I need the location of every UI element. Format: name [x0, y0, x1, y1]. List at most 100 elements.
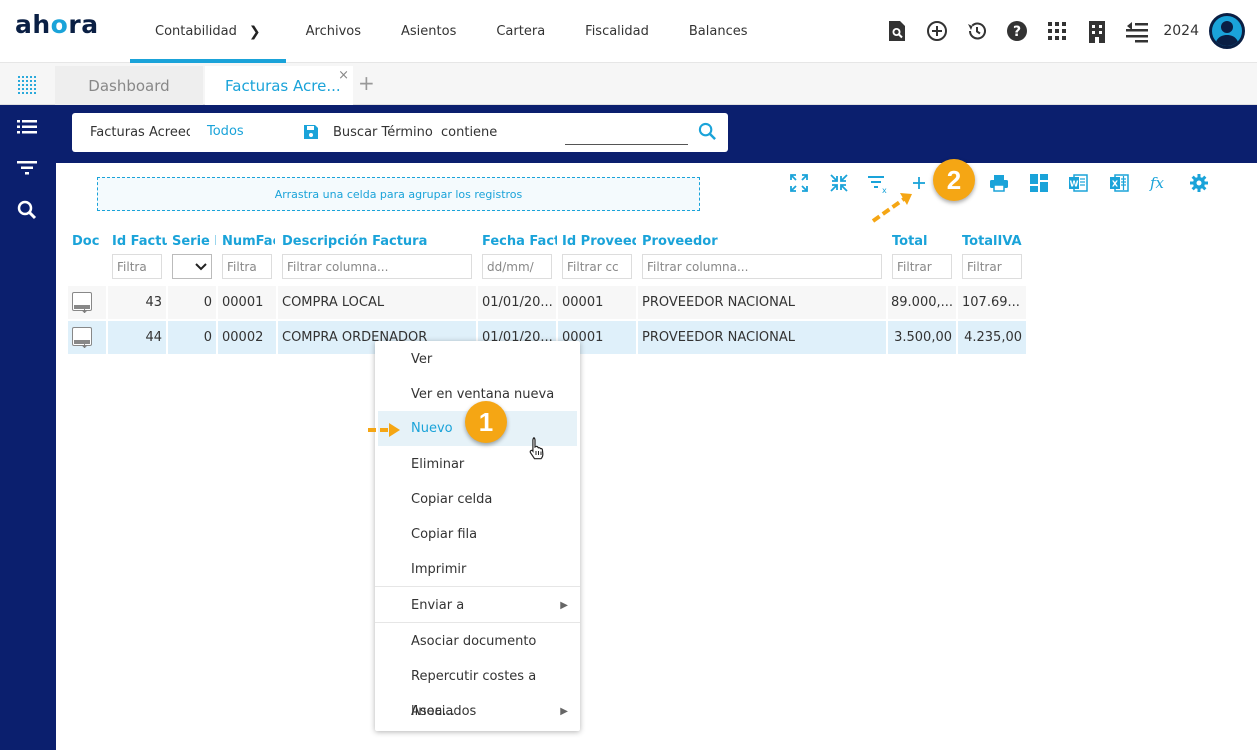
- nav-archivos[interactable]: Archivos: [286, 0, 381, 63]
- excel-export-icon[interactable]: X: [1108, 172, 1130, 194]
- nav-asientos[interactable]: Asientos: [381, 0, 476, 63]
- context-menu: Ver Ver en ventana nueva Nuevo Eliminar …: [375, 341, 580, 731]
- nav-contabilidad-label: Contabilidad: [155, 24, 237, 39]
- apps-grid-icon[interactable]: [1037, 8, 1077, 54]
- search-scope[interactable]: Facturas Acreedc: [90, 125, 190, 140]
- search-icon[interactable]: [17, 200, 37, 224]
- user-avatar-icon[interactable]: [1209, 13, 1245, 49]
- year-label[interactable]: 2024: [1163, 23, 1199, 39]
- menu-item-copiar-celda[interactable]: Copiar celda: [375, 482, 580, 517]
- download-doc-icon[interactable]: ↓: [72, 292, 92, 316]
- menu-item-eliminar[interactable]: Eliminar: [375, 447, 580, 482]
- cell-proveedor[interactable]: PROVEEDOR NACIONAL: [638, 286, 888, 319]
- main-nav: Contabilidad ❯ Archivos Asientos Cartera …: [130, 0, 768, 63]
- cell-id[interactable]: 43: [108, 286, 168, 319]
- cell-numfact[interactable]: 00002: [218, 321, 278, 354]
- table-row[interactable]: ↓ 43 0 00001 COMPRA LOCAL 01/01/20... 00…: [68, 286, 1026, 319]
- formula-icon[interactable]: fx: [1148, 172, 1170, 194]
- filter-proveedor[interactable]: Filtrar columna...: [642, 254, 882, 279]
- svg-text:fx: fx: [1149, 174, 1165, 192]
- filter-id-proveedor[interactable]: Filtrar cc: [562, 254, 632, 279]
- document-search-icon[interactable]: [877, 8, 917, 54]
- word-export-icon[interactable]: W: [1067, 172, 1089, 194]
- filter-total[interactable]: Filtrar: [892, 254, 952, 279]
- cell-total[interactable]: 89.000,...: [888, 286, 958, 319]
- step-badge-1: 1: [465, 401, 507, 443]
- step-badge-2: 2: [933, 159, 975, 201]
- nav-cartera[interactable]: Cartera: [476, 0, 565, 63]
- submenu-arrow-icon: ▶: [560, 706, 568, 717]
- cell-numfact[interactable]: 00001: [218, 286, 278, 319]
- menu-divider: [375, 586, 580, 587]
- search-icon[interactable]: [698, 122, 717, 145]
- svg-text:?: ?: [1013, 24, 1021, 40]
- doc-cell: ↓: [68, 286, 108, 319]
- dots-grid-icon[interactable]: [17, 75, 36, 94]
- search-term-label: Buscar Término: [333, 125, 433, 140]
- col-total[interactable]: Total: [892, 234, 952, 249]
- cell-fecha[interactable]: 01/01/20...: [478, 286, 558, 319]
- col-numfact[interactable]: NumFact: [222, 234, 275, 249]
- menu-item-repercutir-costes[interactable]: Repercutir costes a linea...: [375, 659, 580, 719]
- col-serie[interactable]: Serie Fa: [172, 234, 216, 249]
- save-icon[interactable]: [303, 124, 319, 144]
- filter-descripcion[interactable]: Filtrar columna...: [282, 254, 472, 279]
- close-icon[interactable]: ×: [338, 68, 349, 83]
- col-id-factura[interactable]: Id Factura: [112, 234, 167, 249]
- search-input[interactable]: [565, 144, 688, 145]
- menu-item-copiar-fila[interactable]: Copiar fila: [375, 517, 580, 552]
- col-doc[interactable]: Doc: [72, 234, 108, 249]
- cell-id[interactable]: 44: [108, 321, 168, 354]
- nav-balances[interactable]: Balances: [669, 0, 768, 63]
- col-totaliva[interactable]: TotalIVA: [962, 234, 1024, 249]
- group-drop-zone[interactable]: Arrastra una celda para agrupar los regi…: [97, 177, 700, 211]
- col-descripcion[interactable]: Descripción Factura: [282, 234, 472, 249]
- list-icon[interactable]: [17, 119, 37, 138]
- nav-contabilidad[interactable]: Contabilidad ❯: [130, 0, 286, 63]
- collapse-icon[interactable]: [828, 172, 850, 194]
- cell-proveedor[interactable]: PROVEEDOR NACIONAL: [638, 321, 888, 354]
- search-mode[interactable]: contiene: [441, 125, 497, 140]
- cell-totaliva[interactable]: 4.235,00: [958, 321, 1026, 354]
- tab-dashboard[interactable]: Dashboard: [55, 66, 203, 105]
- chevron-right-icon: ❯: [248, 23, 261, 40]
- col-proveedor[interactable]: Proveedor: [642, 234, 882, 249]
- expand-icon[interactable]: [788, 172, 810, 194]
- nav-fiscalidad[interactable]: Fiscalidad: [565, 0, 669, 63]
- menu-item-asociar-documento[interactable]: Asociar documento: [375, 624, 580, 659]
- menu-item-imprimir[interactable]: Imprimir: [375, 552, 580, 587]
- filter-id-factura[interactable]: Filtra: [112, 254, 162, 279]
- help-icon[interactable]: ?: [997, 8, 1037, 54]
- menu-item-asociados-label: Asociados: [411, 704, 477, 719]
- col-id-proveedor[interactable]: Id Proveedor: [562, 234, 636, 249]
- cell-descripcion[interactable]: COMPRA LOCAL: [278, 286, 478, 319]
- tab-facturas-acreedoras[interactable]: Facturas Acre... ×: [205, 66, 353, 105]
- ahora-logo[interactable]: ahora: [15, 10, 99, 39]
- filter-todos[interactable]: Todos: [207, 124, 244, 139]
- filter-numfact[interactable]: Filtra: [222, 254, 272, 279]
- history-icon[interactable]: [957, 8, 997, 54]
- menu-item-enviar-a[interactable]: Enviar a ▶: [375, 588, 580, 623]
- filter-fecha[interactable]: dd/mm/: [482, 254, 552, 279]
- cell-serie[interactable]: 0: [168, 286, 218, 319]
- filter-icon[interactable]: [17, 160, 37, 179]
- cell-total[interactable]: 3.500,00: [888, 321, 958, 354]
- filter-totaliva[interactable]: Filtrar: [962, 254, 1022, 279]
- menu-item-asociados[interactable]: Asociados ▶: [375, 694, 580, 729]
- print-icon[interactable]: [988, 172, 1010, 194]
- cell-serie[interactable]: 0: [168, 321, 218, 354]
- search-panel: Facturas Acreedc Todos Buscar Término co…: [72, 113, 728, 152]
- add-tab-icon[interactable]: +: [358, 71, 375, 95]
- menu-divider: [375, 622, 580, 623]
- dashboard-layout-icon[interactable]: [1028, 172, 1050, 194]
- exchange-icon[interactable]: [1117, 8, 1157, 54]
- settings-gear-icon[interactable]: [1188, 172, 1210, 194]
- filter-serie-select[interactable]: [172, 254, 212, 279]
- menu-item-ver[interactable]: Ver: [375, 342, 580, 377]
- col-fecha[interactable]: Fecha Factur: [482, 234, 557, 249]
- download-doc-icon[interactable]: ↓: [72, 327, 92, 351]
- cell-id-proveedor[interactable]: 00001: [558, 286, 638, 319]
- building-icon[interactable]: [1077, 8, 1117, 54]
- cell-totaliva[interactable]: 107.69...: [958, 286, 1026, 319]
- add-circle-icon[interactable]: [917, 8, 957, 54]
